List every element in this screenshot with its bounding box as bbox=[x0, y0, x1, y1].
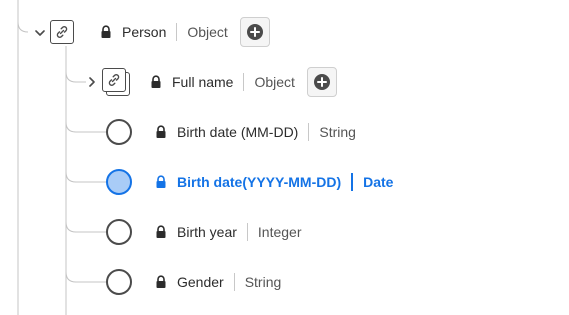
schema-tree-canvas: Person Object Full name Object Birth dat… bbox=[0, 0, 569, 315]
lock-icon bbox=[156, 125, 166, 138]
object-node-icon[interactable] bbox=[50, 20, 74, 44]
lock-icon bbox=[156, 175, 166, 188]
field-type: Object bbox=[254, 74, 295, 90]
field-type: Date bbox=[363, 174, 394, 190]
field-node-radio[interactable] bbox=[106, 269, 132, 295]
field-type: String bbox=[319, 124, 356, 140]
field-type: String bbox=[244, 274, 282, 290]
add-field-button[interactable] bbox=[306, 67, 337, 97]
link-icon bbox=[56, 26, 68, 38]
field-name: Gender bbox=[177, 274, 224, 290]
add-circle-icon bbox=[313, 74, 330, 90]
stack-front bbox=[102, 68, 126, 92]
object-array-node-icon[interactable] bbox=[102, 68, 132, 98]
add-circle-icon bbox=[246, 24, 263, 40]
field-node-radio-selected[interactable] bbox=[106, 169, 132, 195]
field-type: Object bbox=[187, 24, 228, 40]
field-name: Full name bbox=[172, 74, 234, 90]
field-node-radio[interactable] bbox=[106, 119, 132, 145]
lock-icon bbox=[101, 25, 111, 38]
lock-icon bbox=[156, 275, 166, 288]
tree-row-full-name[interactable]: Full name Object bbox=[150, 66, 337, 98]
tree-row-gender[interactable]: Gender String bbox=[155, 266, 281, 298]
chevron-down-icon[interactable] bbox=[35, 28, 45, 38]
link-icon bbox=[108, 74, 120, 86]
tree-row-birth-date-mm-dd[interactable]: Birth date (MM-DD) String bbox=[155, 116, 356, 148]
tree-row-birth-year[interactable]: Birth year Integer bbox=[155, 216, 302, 248]
divider bbox=[243, 73, 245, 91]
tree-row-birth-date-yyyy-mm-dd[interactable]: Birth date(YYYY-MM-DD) Date bbox=[155, 166, 393, 198]
lock-icon bbox=[151, 75, 161, 88]
lock-icon bbox=[156, 225, 166, 238]
divider bbox=[233, 273, 235, 291]
field-name: Person bbox=[122, 24, 167, 40]
tree-row-person[interactable]: Person Object bbox=[100, 16, 270, 48]
divider bbox=[308, 123, 310, 141]
divider bbox=[176, 23, 178, 41]
field-node-radio[interactable] bbox=[106, 219, 132, 245]
field-name: Birth date(YYYY-MM-DD) bbox=[177, 174, 342, 190]
tree-connector-lines bbox=[17, 0, 106, 315]
field-type: Integer bbox=[257, 224, 302, 240]
add-field-button[interactable] bbox=[239, 17, 270, 47]
divider bbox=[246, 223, 248, 241]
field-name: Birth date (MM-DD) bbox=[177, 124, 299, 140]
chevron-right-icon[interactable] bbox=[87, 77, 97, 87]
divider bbox=[351, 173, 354, 191]
field-name: Birth year bbox=[177, 224, 237, 240]
